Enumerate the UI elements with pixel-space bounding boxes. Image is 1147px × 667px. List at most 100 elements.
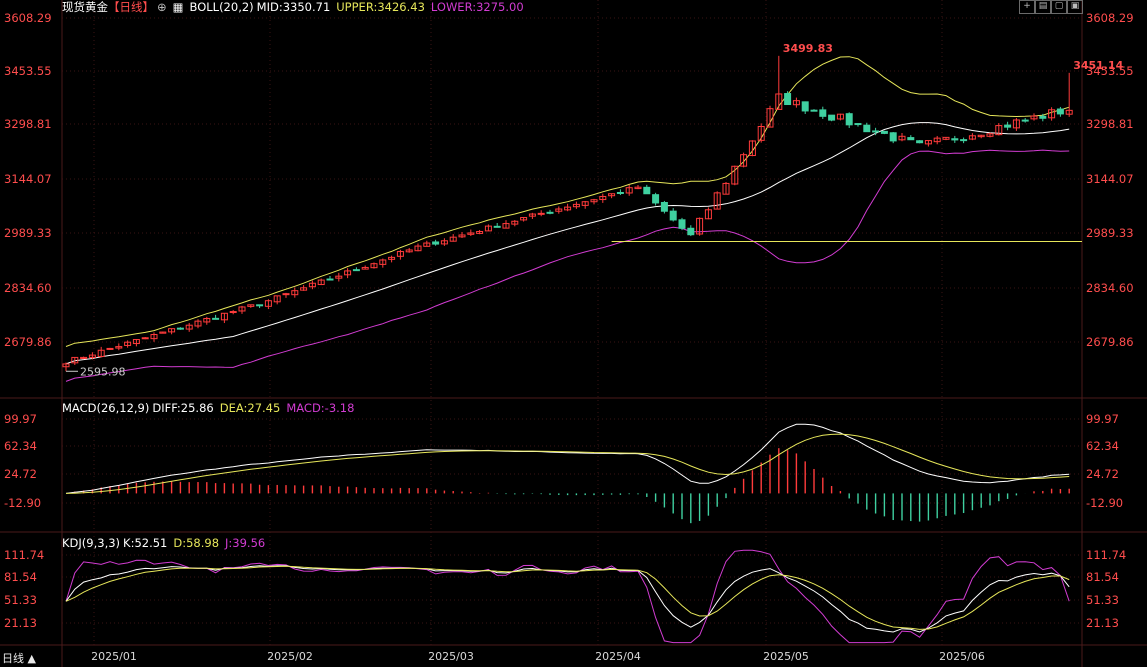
candle-body [256,304,264,307]
y-tick-label-left: 3144.07 [4,172,52,186]
macd-tick-right: -12.90 [1086,496,1123,510]
kdj-k-line [65,565,1070,633]
candle-body [643,186,651,195]
y-tick-label-left: 3453.55 [4,64,52,78]
macd-tick-left: -12.90 [4,496,41,510]
candle-body [537,212,545,215]
candle-body [493,225,501,228]
y-tick-label-right: 2989.33 [1086,226,1134,240]
macd-diff-line [65,423,1070,494]
kdj-tick-left: 111.74 [4,548,44,562]
x-tick-label: 2025/04 [595,650,641,663]
macd-legend: MACD(26,12,9) DIFF:25.86 DEA:27.45 MACD:-3.… [62,401,360,415]
kdj-tick-right: 51.33 [1086,593,1119,607]
candle-body [828,114,836,121]
y-tick-label-right: 3144.07 [1086,172,1134,186]
candle-body [801,101,809,112]
kdj-tick-right: 111.74 [1086,548,1126,562]
candle-body [678,219,686,229]
macd-diff: DIFF:25.86 [152,401,214,415]
boll-upper: UPPER:3426.43 [336,0,425,14]
macd-tick-right: 99.97 [1086,412,1119,426]
macd-dea-line [65,433,1070,494]
boll-lower-line [65,149,1070,382]
macd-tick-right: 24.72 [1086,467,1119,481]
kdj-legend: KDJ(9,3,3) K:52.51 D:58.98 J:39.56 [62,536,271,550]
candle-body [106,347,114,350]
candle-body [546,211,554,214]
window-restore-icon[interactable]: ▢ [1051,0,1067,14]
kdj-tick-left: 51.33 [4,593,37,607]
candle-body [880,130,888,134]
x-tick-label: 2025/02 [267,650,313,663]
boll-mid-line [65,122,1070,365]
candle-body [652,194,660,204]
y-tick-label-left: 2834.60 [4,281,52,295]
kdj-d-line [65,565,1070,630]
kdj-tick-right: 21.13 [1086,616,1119,630]
boll-upper-line [65,56,1070,347]
candle-body [845,113,853,126]
y-tick-label-left: 3608.29 [4,11,52,25]
candle-body [960,139,968,142]
x-tick-label: 2025/05 [763,650,809,663]
candle-body [819,109,827,117]
candle-body [907,137,915,141]
macd-name: MACD(26,12,9) [62,401,150,415]
window-split-icon[interactable]: ▤ [1035,0,1051,14]
boll-checkbox-icon[interactable]: ▦ [173,0,184,14]
candle-body [951,138,959,141]
kdj-d: D:58.98 [173,536,220,550]
macd-tick-left: 24.72 [4,467,37,481]
y-tick-label-right: 2834.60 [1086,281,1134,295]
kdj-tick-left: 81.54 [4,570,37,584]
x-tick-label: 2025/03 [428,650,474,663]
kdj-j: J:39.56 [225,536,266,550]
boll-name: BOLL(20,2) [189,0,254,14]
boll-mid: MID:3350.71 [256,0,331,14]
kdj-name: KDJ(9,3,3) [62,536,121,550]
period-button[interactable]: 日线 ▲ [2,650,36,666]
candle-body [889,132,897,142]
candle-body [141,337,149,340]
kdj-tick-left: 21.13 [4,616,37,630]
price-annotation: 3451.14 [1073,59,1123,72]
x-tick-label: 2025/01 [91,650,137,663]
boll-lower: LOWER:3275.00 [430,0,524,14]
chart-canvas[interactable]: 3608.29 3608.293453.55 3453.553298.81 3298.… [0,0,1147,667]
candle-body [687,227,695,236]
candle-body [1056,108,1064,115]
candle-body [863,124,871,133]
symbol-label: 现货黄金 [62,0,108,14]
price-annotation: 2595.98 [80,365,126,378]
candle-body [916,140,924,144]
settings-circle-icon[interactable]: ⊕ [157,0,167,14]
macd-macd: MACD:-3.18 [286,401,355,415]
x-tick-label: 2025/06 [939,650,985,663]
kdj-tick-right: 81.54 [1086,570,1119,584]
macd-tick-right: 62.34 [1086,439,1119,453]
candle-body [872,130,880,133]
y-tick-label-left: 2989.33 [4,226,52,240]
macd-tick-left: 62.34 [4,439,37,453]
candle-body [352,269,360,272]
window-toggle-icon[interactable]: ▣ [1067,0,1083,14]
candle-body [229,311,237,314]
candle-body [326,278,334,281]
candle-body [176,327,184,330]
kdj-j-line [65,549,1070,644]
boll-legend: 现货黄金【日线】 ⊕ ▦ BOLL(20,2) MID:3350.71 UPPER:342… [62,0,530,14]
candle-body [854,123,862,126]
macd-tick-left: 99.97 [4,412,37,426]
period-label: 【日线】 [108,0,154,14]
candle-body [616,191,624,194]
candle-body [1004,124,1012,128]
candle-body [810,109,818,112]
candle-body [432,241,440,245]
candle-body [212,317,220,320]
add-window-icon[interactable]: + [1019,0,1035,14]
candle-body [669,210,677,221]
candle-body [1039,115,1047,119]
y-tick-label-right: 2679.86 [1086,335,1134,349]
y-tick-label-right: 3298.81 [1086,117,1134,131]
